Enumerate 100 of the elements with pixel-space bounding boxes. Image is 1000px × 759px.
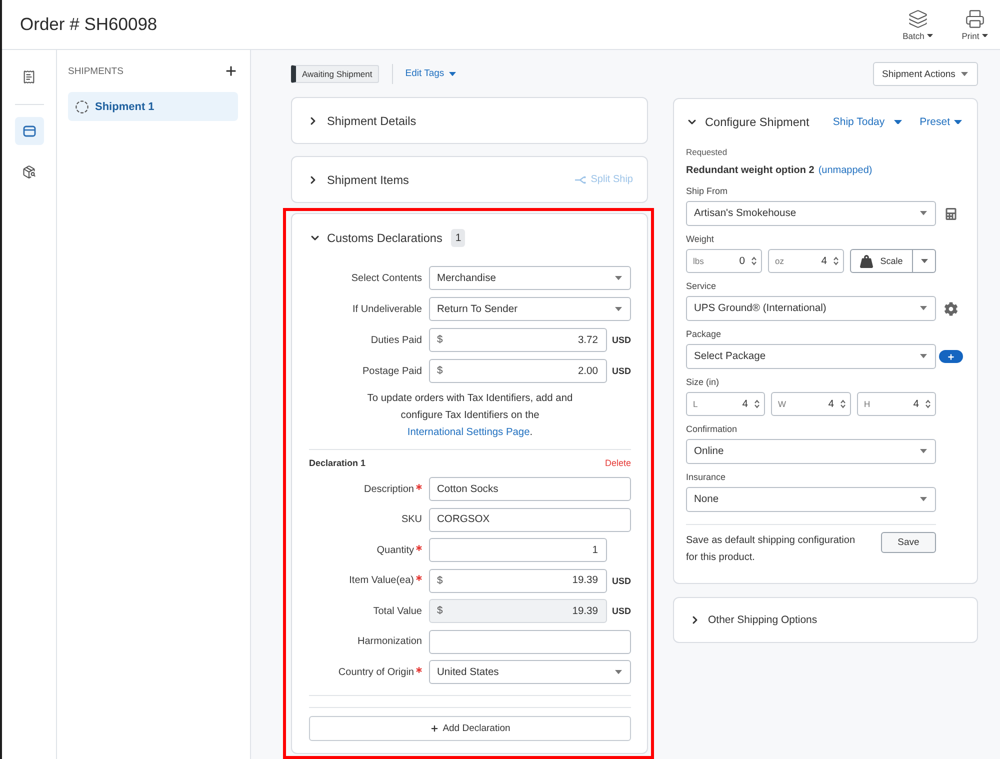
section-title: Customs Declarations <box>327 231 442 245</box>
panel-heading: SHIPMENTS <box>68 66 124 76</box>
plus-icon <box>224 64 238 78</box>
field-label: Harmonization <box>358 636 422 647</box>
field-label: Description <box>364 484 414 494</box>
ship-date-link[interactable]: Ship Today <box>832 116 902 128</box>
collapsed-section[interactable]: Shipment Details <box>291 97 648 144</box>
caret-down-icon <box>894 120 902 124</box>
dropdown[interactable]: None <box>686 487 936 512</box>
add-package-button[interactable] <box>939 350 963 363</box>
edit-tags-link[interactable]: Edit Tags <box>405 68 456 80</box>
plus-icon <box>430 724 439 733</box>
field-label: Postage Paid <box>362 366 422 376</box>
caret-down-icon <box>927 34 934 38</box>
caret-down-icon <box>920 211 927 216</box>
requested-service: Redundant weight option 2 <box>686 164 814 176</box>
dropdown[interactable]: Merchandise <box>429 266 631 290</box>
preset-link[interactable]: Preset <box>920 116 962 128</box>
caret-down-icon <box>920 449 927 454</box>
section-title: Other Shipping Options <box>708 614 818 626</box>
field-label: Insurance <box>686 471 727 483</box>
field-label: Duties Paid <box>370 334 422 346</box>
plus-icon <box>947 352 955 360</box>
toolbar-button[interactable]: Print <box>955 8 995 40</box>
unmapped-link[interactable]: (unmapped) <box>818 164 872 176</box>
add-shipment-button[interactable] <box>224 64 238 78</box>
caret-down-icon <box>920 306 927 311</box>
field-label: Country of Origin <box>338 666 414 678</box>
collapsed-section[interactable]: Other Shipping Options <box>673 597 978 643</box>
unit-label: H <box>864 399 870 409</box>
spinner-icon[interactable] <box>751 256 757 266</box>
dropdown[interactable]: UPS Ground® (International) <box>686 296 936 321</box>
save-default-note: Save as default shipping configuration for this product. <box>686 534 856 565</box>
caret-down-icon <box>615 670 622 674</box>
field-label: Ship From <box>686 185 729 197</box>
currency-symbol: $ <box>437 606 443 616</box>
field-label: SKU <box>401 514 422 525</box>
caret-down-icon <box>961 72 968 76</box>
split-icon <box>574 176 587 184</box>
box-icon <box>22 125 36 137</box>
spinner-icon[interactable] <box>925 399 931 409</box>
field-label: Size (in) <box>686 376 720 388</box>
currency-symbol: $ <box>437 334 443 346</box>
field-label: Quantity <box>376 544 414 556</box>
layers-icon <box>908 8 928 28</box>
currency-code: USD <box>612 366 632 376</box>
nav-button[interactable] <box>14 117 44 145</box>
currency-symbol: $ <box>437 366 443 376</box>
package-search-icon <box>22 165 36 179</box>
field-label: Weight <box>686 233 715 245</box>
printer-icon <box>965 8 985 28</box>
calculator-icon[interactable] <box>945 208 957 220</box>
delete-link[interactable]: Delete <box>604 458 631 468</box>
tax-identifiers-note: To update orders with Tax Identifiers, add and configure Tax Identifiers on the International Settings Page. <box>366 392 574 440</box>
field-label: Item Value(ea) <box>349 575 414 586</box>
unit-label: lbs <box>693 256 704 266</box>
save-button[interactable]: Save <box>881 532 936 553</box>
section-title: Configure Shipment <box>705 115 810 129</box>
field-label: Package <box>686 328 722 340</box>
spinner-icon[interactable] <box>754 399 760 409</box>
field-label: If Undeliverable <box>352 304 422 314</box>
settings-link[interactable]: International Settings Page <box>407 427 530 438</box>
settings-icon[interactable] <box>944 302 958 316</box>
spinner-icon[interactable] <box>833 256 839 266</box>
unit-label: oz <box>775 256 784 266</box>
shipment-item[interactable]: Shipment 1 <box>68 92 238 121</box>
declaration-title: Declaration 1 <box>309 458 366 468</box>
caret-down-icon <box>920 497 927 502</box>
requested-label: Requested <box>686 146 728 158</box>
receipt-icon <box>22 70 36 84</box>
shipment-actions-button[interactable]: Shipment Actions <box>873 62 978 86</box>
field-label: Confirmation <box>686 423 738 435</box>
caret-down-icon <box>449 72 456 76</box>
caret-down-icon <box>615 276 622 280</box>
dropdown[interactable]: Select Package <box>686 344 936 369</box>
section-title: Shipment Items <box>327 172 409 187</box>
dropdown[interactable]: Return To Sender <box>429 297 631 321</box>
toolbar-button[interactable]: Batch <box>898 8 938 40</box>
scale-menu-button[interactable] <box>913 249 936 273</box>
add-declaration-button[interactable]: Add Declaration <box>309 716 631 741</box>
dropdown[interactable]: United States <box>429 660 631 684</box>
scale-button[interactable]: Scale <box>850 249 913 273</box>
number-field[interactable]: 1 <box>429 538 607 562</box>
count-badge: 1 <box>451 229 466 247</box>
caret-down-icon <box>920 354 927 359</box>
currency-code: USD <box>612 606 632 616</box>
section-title: Shipment Details <box>327 114 416 128</box>
field-label: Total Value <box>373 606 422 616</box>
page-title: Order # SH60098 <box>20 14 158 35</box>
dropdown[interactable]: Artisan's Smokehouse <box>686 201 936 226</box>
status-tag: Awaiting Shipment <box>291 64 380 83</box>
dropdown[interactable]: Online <box>686 439 936 464</box>
caret-down-icon <box>982 34 988 38</box>
text-field[interactable]: Cotton Socks <box>429 477 631 501</box>
spinner-icon[interactable] <box>840 399 846 409</box>
text-field[interactable] <box>429 630 631 654</box>
dashed-circle-icon <box>75 100 89 114</box>
field-label: Service <box>686 280 718 292</box>
currency-symbol: $ <box>437 575 443 586</box>
text-field[interactable]: CORGSOX <box>429 508 631 532</box>
